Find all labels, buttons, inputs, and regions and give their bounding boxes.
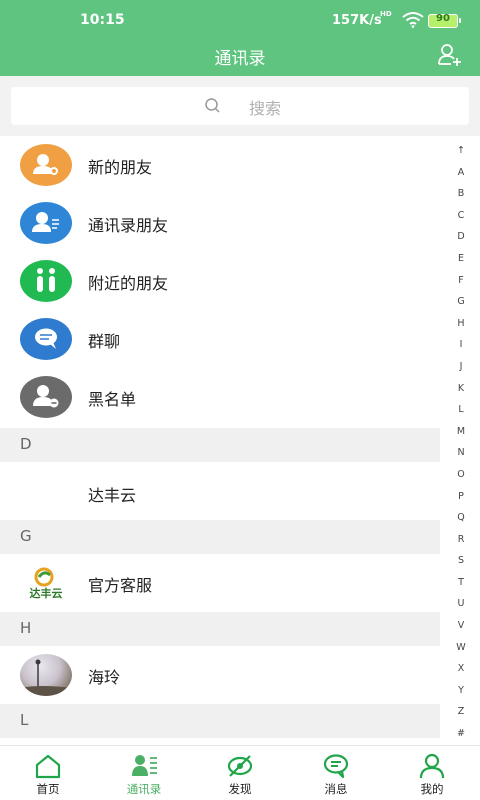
- company-logo-avatar: 达丰云: [20, 562, 72, 604]
- nearby-friends-row[interactable]: 附近的朋友: [0, 252, 440, 310]
- contacts-friends-row[interactable]: 通讯录朋友: [0, 194, 440, 252]
- index-letter[interactable]: V: [450, 615, 472, 637]
- wifi-icon: [402, 12, 424, 28]
- blacklist-icon: [20, 376, 72, 418]
- index-letter[interactable]: M: [450, 421, 472, 443]
- search-area: 搜索: [0, 76, 480, 136]
- index-letter[interactable]: Z: [450, 701, 472, 723]
- index-letter[interactable]: D: [450, 226, 472, 248]
- status-bar: 10:15 157K/s HD 90: [0, 0, 480, 40]
- contact-name: 官方客服: [88, 576, 153, 595]
- search-input[interactable]: 搜索: [11, 87, 469, 125]
- index-letter[interactable]: Y: [450, 680, 472, 702]
- index-letter[interactable]: Q: [450, 507, 472, 529]
- add-contact-icon[interactable]: [437, 42, 463, 68]
- battery-level: 90: [436, 13, 450, 24]
- section-header-h: H: [0, 612, 440, 646]
- index-letter[interactable]: I: [450, 334, 472, 356]
- profile-icon: [419, 753, 445, 779]
- new-friends-row[interactable]: 新的朋友: [0, 136, 440, 194]
- section-header-l: L: [0, 704, 440, 738]
- title-bar: 通讯录: [0, 40, 480, 76]
- tab-contacts[interactable]: 通讯录: [96, 746, 192, 800]
- index-letter[interactable]: T: [450, 572, 472, 594]
- section-letter: G: [20, 527, 32, 545]
- row-label: 黑名单: [88, 390, 137, 409]
- group-chat-row[interactable]: 群聊: [0, 310, 440, 368]
- tab-messages[interactable]: 消息: [288, 746, 384, 800]
- row-label: 通讯录朋友: [88, 216, 169, 235]
- search-placeholder: 搜索: [249, 99, 282, 118]
- contacts-icon: [20, 202, 72, 244]
- search-icon: [205, 98, 220, 113]
- discover-icon: [227, 755, 253, 777]
- message-icon: [323, 754, 349, 779]
- alphabet-index-bar[interactable]: ↑ A B C D E F G H I J K L M N O P Q R S T U V W X Y Z #: [450, 140, 472, 745]
- index-letter[interactable]: #: [450, 723, 472, 745]
- index-letter[interactable]: C: [450, 205, 472, 227]
- index-letter[interactable]: S: [450, 550, 472, 572]
- section-letter: H: [20, 619, 32, 637]
- index-letter[interactable]: R: [450, 529, 472, 551]
- tab-label: 发现: [228, 782, 252, 796]
- index-letter[interactable]: J: [450, 356, 472, 378]
- tab-home[interactable]: 首页: [0, 746, 96, 800]
- home-icon: [35, 754, 61, 779]
- row-label: 新的朋友: [88, 158, 153, 177]
- row-label: 群聊: [88, 332, 121, 351]
- index-letter[interactable]: K: [450, 378, 472, 400]
- new-friend-icon: [20, 144, 72, 186]
- contact-name: 达丰云: [88, 486, 137, 505]
- tab-label: 首页: [36, 782, 60, 796]
- index-letter[interactable]: N: [450, 442, 472, 464]
- contact-row[interactable]: 达丰云 官方客服: [0, 554, 440, 612]
- logo-text: 达丰云: [30, 586, 63, 600]
- contacts-tab-icon: [132, 755, 157, 776]
- index-letter[interactable]: E: [450, 248, 472, 270]
- index-letter[interactable]: X: [450, 658, 472, 680]
- contact-photo-avatar: [20, 654, 72, 696]
- tab-profile[interactable]: 我的: [384, 746, 480, 800]
- nearby-icon: [20, 260, 72, 302]
- network-type: HD: [380, 10, 392, 18]
- section-letter: L: [20, 711, 29, 729]
- section-header-g: G: [0, 520, 440, 554]
- bottom-tab-bar: 首页 通讯录 发现 消息 我的: [0, 745, 480, 800]
- index-letter[interactable]: G: [450, 291, 472, 313]
- group-chat-icon: [20, 318, 72, 360]
- tab-label: 消息: [324, 782, 348, 796]
- tab-label: 通讯录: [126, 782, 162, 796]
- index-letter[interactable]: ↑: [450, 140, 472, 162]
- contact-row[interactable]: 海玲: [0, 646, 440, 704]
- tab-label: 我的: [420, 782, 444, 796]
- tab-discover[interactable]: 发现: [192, 746, 288, 800]
- battery-icon: 90: [428, 13, 461, 28]
- contact-name: 海玲: [88, 668, 121, 687]
- index-letter[interactable]: W: [450, 637, 472, 659]
- index-letter[interactable]: O: [450, 464, 472, 486]
- page-title: 通讯录: [214, 49, 266, 69]
- contact-row[interactable]: 达丰云: [0, 464, 440, 522]
- blacklist-row[interactable]: 黑名单: [0, 368, 440, 426]
- index-letter[interactable]: U: [450, 593, 472, 615]
- section-letter: D: [20, 435, 32, 453]
- index-letter[interactable]: P: [450, 486, 472, 508]
- index-letter[interactable]: B: [450, 183, 472, 205]
- section-header-d: D: [0, 428, 440, 462]
- row-label: 附近的朋友: [88, 274, 169, 293]
- index-letter[interactable]: L: [450, 399, 472, 421]
- index-letter[interactable]: A: [450, 162, 472, 184]
- index-letter[interactable]: H: [450, 313, 472, 335]
- status-time: 10:15: [80, 12, 125, 28]
- network-speed: 157K/s: [332, 13, 382, 28]
- index-letter[interactable]: F: [450, 270, 472, 292]
